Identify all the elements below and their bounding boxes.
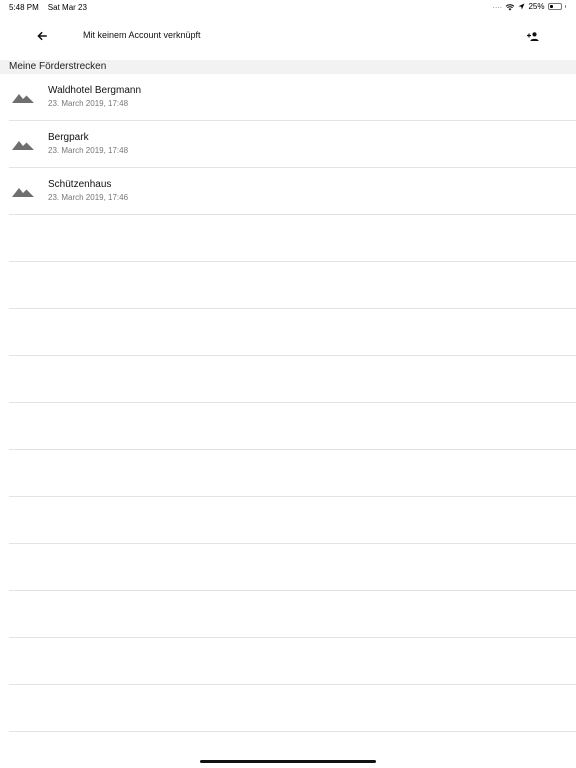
empty-row xyxy=(9,262,576,309)
empty-row xyxy=(9,450,576,497)
mountain-icon xyxy=(12,141,34,150)
list-item[interactable]: Bergpark 23. March 2019, 17:48 xyxy=(9,121,576,168)
item-title: Bergpark xyxy=(48,132,89,143)
home-indicator[interactable] xyxy=(200,760,376,763)
page-title: Mit keinem Account verknüpft xyxy=(83,30,201,40)
battery-nub xyxy=(564,5,566,8)
status-time: 5:48 PM xyxy=(9,3,39,12)
empty-row xyxy=(9,403,576,450)
arrow-left-icon xyxy=(37,31,47,41)
empty-row xyxy=(9,685,576,732)
list-item[interactable]: Schützenhaus 23. March 2019, 17:46 xyxy=(9,168,576,215)
section-header: Meine Förderstrecken xyxy=(0,60,576,74)
battery-level xyxy=(549,5,553,8)
empty-row xyxy=(9,591,576,638)
item-title: Schützenhaus xyxy=(48,179,112,190)
conveyor-list: Waldhotel Bergmann 23. March 2019, 17:48… xyxy=(0,74,576,732)
app-header: Mit keinem Account verknüpft xyxy=(0,14,576,60)
section-title: Meine Förderstrecken xyxy=(9,61,107,72)
list-item[interactable]: Waldhotel Bergmann 23. March 2019, 17:48 xyxy=(9,74,576,121)
status-left: 5:48 PM Sat Mar 23 xyxy=(9,3,87,12)
status-bar: 5:48 PM Sat Mar 23 .... 25% xyxy=(0,0,576,14)
mountain-icon xyxy=(12,188,34,197)
empty-row xyxy=(9,309,576,356)
empty-row xyxy=(9,544,576,591)
add-person-button[interactable] xyxy=(522,26,544,46)
cellular-signal-icon: .... xyxy=(492,3,503,10)
status-date: Sat Mar 23 xyxy=(47,3,87,12)
location-arrow-icon xyxy=(518,3,525,10)
mountain-icon xyxy=(12,94,34,103)
empty-row xyxy=(9,356,576,403)
empty-row xyxy=(9,638,576,685)
app-screen: 5:48 PM Sat Mar 23 .... 25% Mit keinem A… xyxy=(0,0,576,768)
status-right: .... 25% xyxy=(493,2,566,11)
item-subtitle: 23. March 2019, 17:48 xyxy=(48,99,129,108)
item-title: Waldhotel Bergmann xyxy=(48,85,142,96)
person-add-icon xyxy=(527,31,539,41)
empty-row xyxy=(9,497,576,544)
battery-icon xyxy=(547,3,562,10)
empty-row xyxy=(9,215,576,262)
wifi-icon xyxy=(506,3,515,10)
item-subtitle: 23. March 2019, 17:46 xyxy=(48,193,129,202)
battery-percentage: 25% xyxy=(528,2,545,11)
item-subtitle: 23. March 2019, 17:48 xyxy=(48,146,129,155)
back-button[interactable] xyxy=(32,26,52,46)
